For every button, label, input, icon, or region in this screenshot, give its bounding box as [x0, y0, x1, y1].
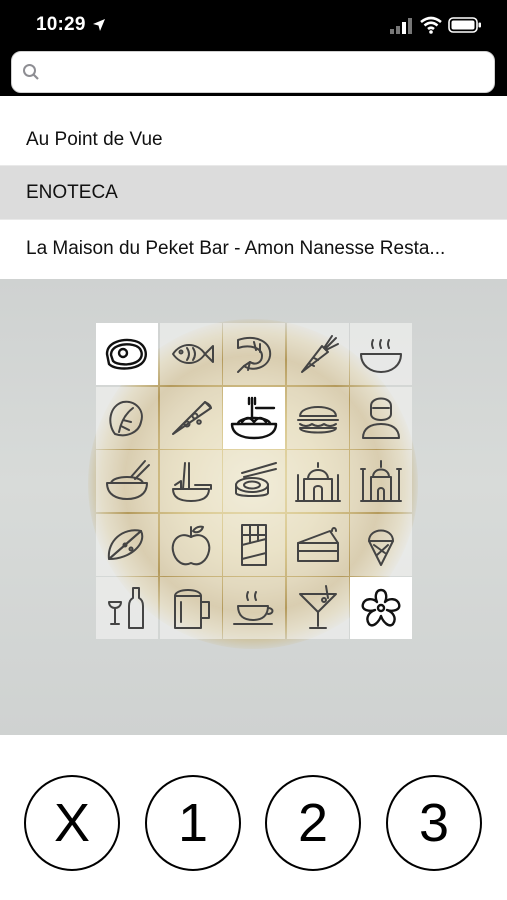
ice-cream-icon [368, 529, 394, 566]
burger-icon [296, 405, 339, 433]
status-bar: 10:29 [0, 0, 507, 96]
cellular-signal-icon [390, 18, 412, 34]
rating-2-button[interactable]: 2 [265, 775, 361, 871]
beer-mug-icon [173, 589, 210, 629]
tile-taco[interactable] [96, 513, 158, 576]
list-item[interactable]: ENOTECA [0, 166, 507, 220]
soup-bowl-icon [360, 339, 402, 373]
rating-3-button[interactable]: 3 [386, 775, 482, 871]
list-item-label: ENOTECA [26, 181, 118, 203]
tile-taj-mahal[interactable] [286, 450, 349, 512]
tile-chef[interactable] [350, 386, 412, 449]
search-results-list: Au Point de Vue ENOTECA La Maison du Pek… [0, 96, 507, 278]
tile-rice-bowl[interactable] [96, 450, 158, 512]
list-item-label: Au Point de Vue [26, 128, 163, 150]
battery-icon [448, 17, 481, 33]
fish-icon [171, 344, 214, 364]
tile-noodle-bowl[interactable] [159, 450, 222, 512]
tile-soup[interactable] [350, 323, 412, 385]
rice-bowl-icon [106, 460, 150, 500]
pizza-icon [171, 400, 212, 435]
coffee-cup-icon [233, 591, 274, 625]
tile-pasta[interactable] [223, 386, 285, 449]
tile-beer[interactable] [159, 577, 222, 639]
taj-mahal-icon [294, 462, 341, 502]
tile-steak[interactable] [96, 323, 158, 385]
tile-coffee[interactable] [223, 577, 285, 639]
tile-cocktail[interactable] [286, 577, 349, 639]
cocktail-icon [298, 585, 337, 629]
tile-wine[interactable] [96, 577, 158, 639]
tile-michelin-star[interactable] [350, 577, 412, 639]
pasta-icon [230, 396, 278, 439]
chocolate-bar-icon [241, 523, 267, 566]
tile-pizza[interactable] [159, 386, 222, 449]
search-icon [23, 64, 39, 80]
tile-cake[interactable] [286, 513, 349, 576]
wifi-icon [420, 16, 442, 34]
list-item[interactable]: Au Point de Vue [0, 96, 507, 166]
sushi-icon [235, 462, 277, 497]
tile-ice-cream[interactable] [350, 513, 412, 576]
wine-icon [108, 587, 144, 629]
list-item[interactable]: La Maison du Peket Bar - Amon Nanesse Re… [0, 220, 507, 278]
chef-icon [362, 397, 400, 439]
tile-lettuce[interactable] [96, 386, 158, 449]
tile-apple[interactable] [159, 513, 222, 576]
tile-burger[interactable] [286, 386, 349, 449]
tile-fish[interactable] [159, 323, 222, 385]
rating-1-button[interactable]: 1 [145, 775, 241, 871]
status-time: 10:29 [36, 14, 86, 35]
michelin-star-icon [361, 588, 401, 627]
list-item-label: La Maison du Peket Bar - Amon Nanesse Re… [26, 238, 446, 259]
food-category-grid [96, 323, 412, 639]
food-photo [0, 279, 507, 735]
tile-sushi[interactable] [223, 450, 285, 512]
tile-shrimp[interactable] [223, 323, 285, 385]
apple-icon [171, 525, 210, 565]
carrot-icon [300, 335, 339, 373]
tile-carrot[interactable] [286, 323, 349, 385]
location-arrow-icon [93, 19, 105, 31]
clear-rating-button[interactable]: X [24, 775, 120, 871]
lettuce-icon [109, 400, 143, 436]
search-bar[interactable] [11, 51, 495, 93]
tile-chocolate[interactable] [223, 513, 285, 576]
tile-mosque[interactable] [350, 450, 412, 512]
search-input[interactable] [46, 58, 490, 90]
rating-controls: X 1 2 3 [0, 735, 507, 900]
mosque-icon [360, 460, 402, 502]
steak-icon [105, 338, 147, 370]
taco-icon [107, 528, 144, 560]
shrimp-icon [237, 337, 272, 373]
cake-slice-icon [296, 526, 339, 562]
noodle-bowl-icon [171, 462, 212, 502]
